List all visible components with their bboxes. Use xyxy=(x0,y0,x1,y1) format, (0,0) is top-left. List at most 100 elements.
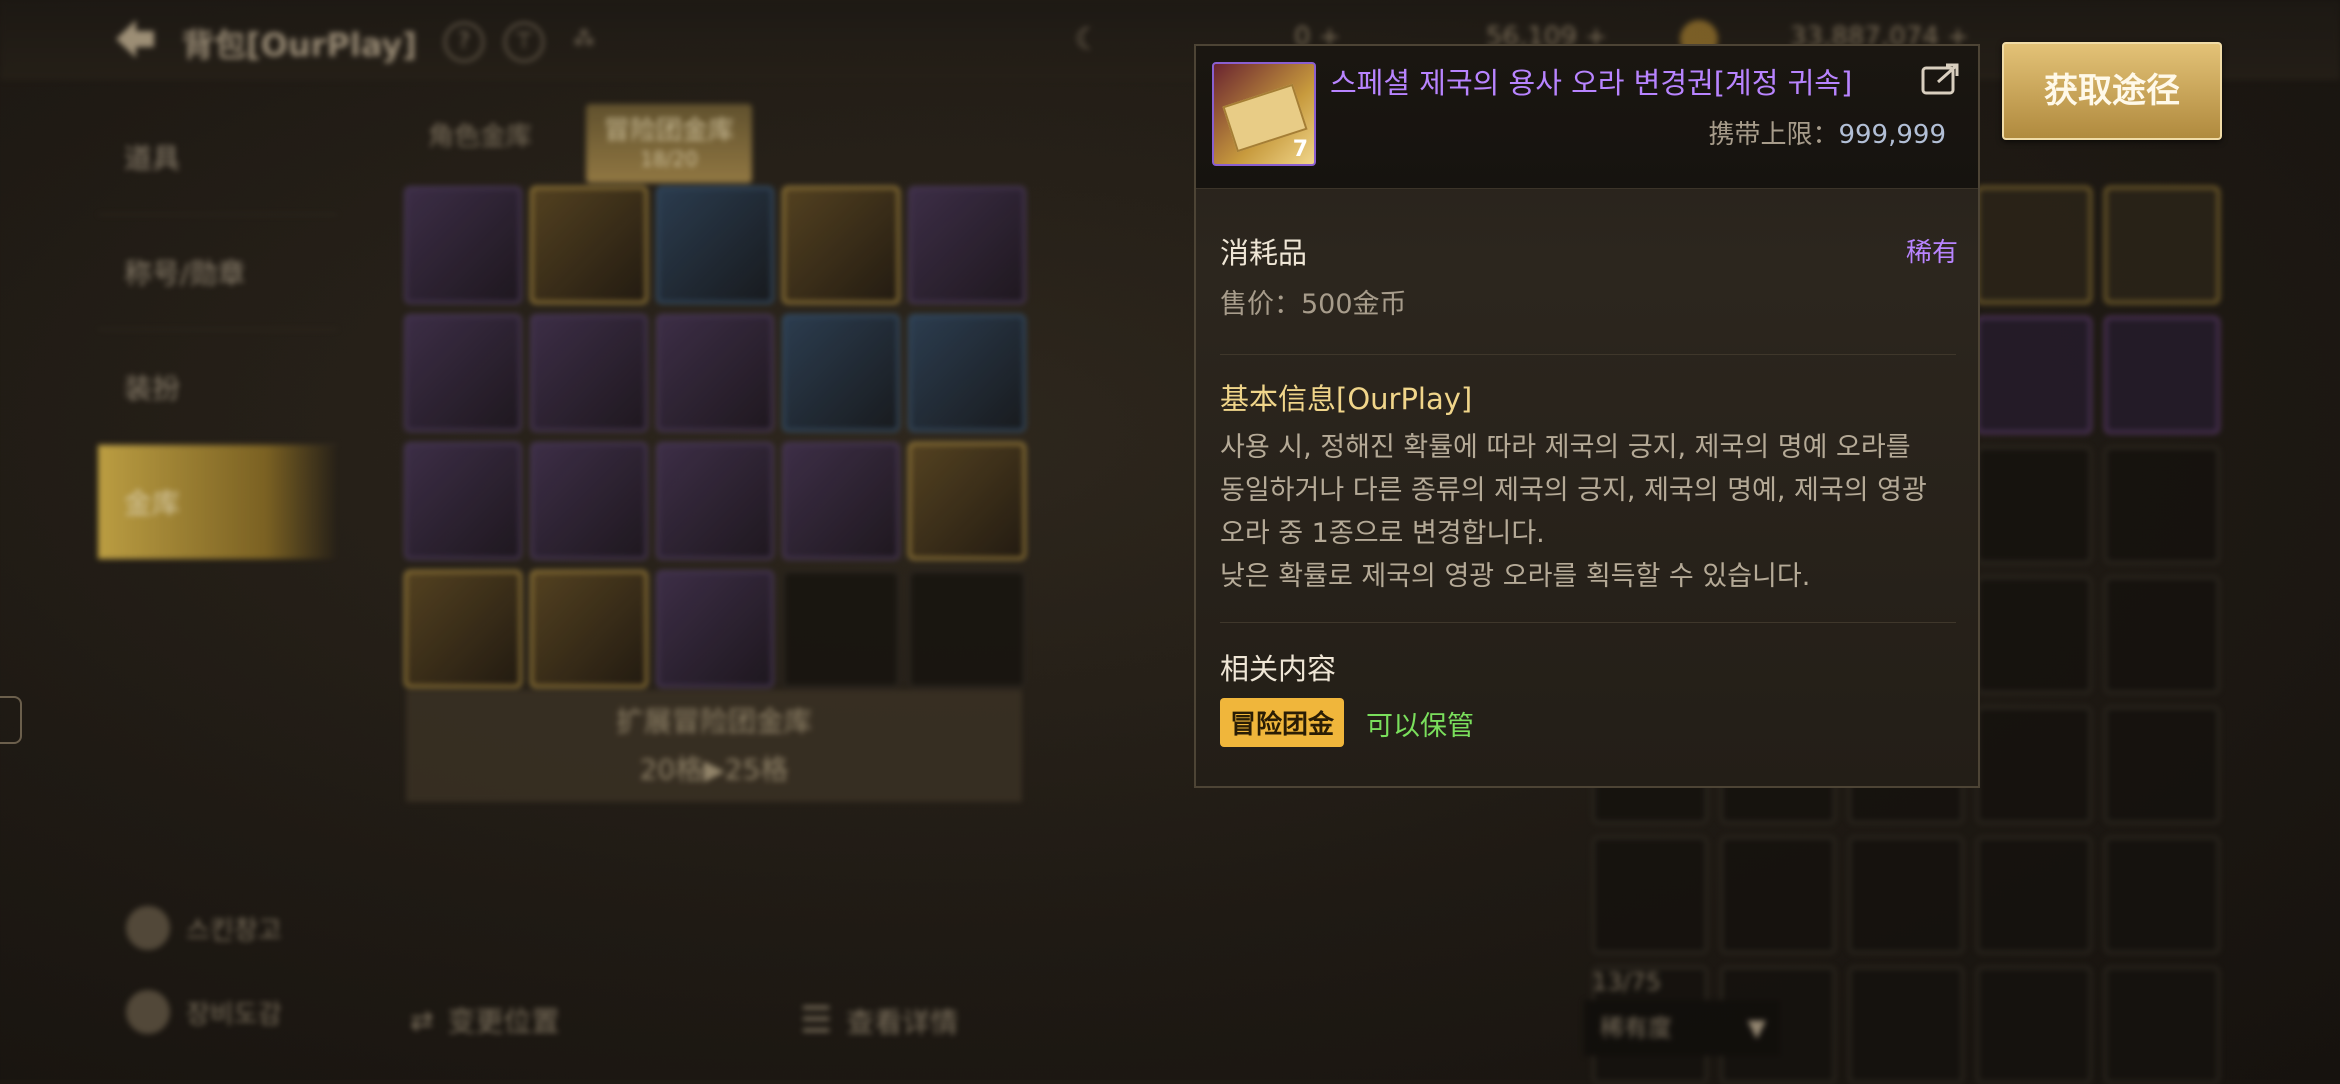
inventory-slot[interactable] xyxy=(1848,966,1964,1084)
inventory-slot[interactable] xyxy=(908,442,1026,560)
inventory-slot[interactable] xyxy=(404,570,522,688)
inventory-slot-empty[interactable] xyxy=(782,570,900,688)
chevron-down-icon: ▼ xyxy=(1747,1014,1766,1042)
skin-storage-link[interactable]: 스킨창고 xyxy=(126,906,282,950)
inventory-slot-empty[interactable] xyxy=(908,570,1026,688)
help-icon[interactable]: ? xyxy=(444,22,484,62)
expand-capacity: 20格▶25格 xyxy=(639,753,789,786)
item-rarity: 稀有 xyxy=(1905,238,1958,268)
vault-grid xyxy=(404,186,1026,688)
item-price: 售价：500金币 xyxy=(1220,289,1407,320)
inventory-slot[interactable] xyxy=(404,442,522,560)
inventory-slot[interactable] xyxy=(1592,836,1708,954)
inventory-slot[interactable] xyxy=(656,570,774,688)
move-position-label: 变更位置 xyxy=(447,1005,560,1038)
item-name: 스페셜 제국의 용사 오라 변경권[계정 귀속] xyxy=(1330,66,1853,100)
acquisition-route-button[interactable]: 获取途径 xyxy=(2002,42,2222,140)
share-icon[interactable] xyxy=(1920,60,1962,96)
divider xyxy=(1220,622,1956,623)
item-category: 消耗品 xyxy=(1220,236,1308,270)
top-bar: 背包[OurPlay] ? ⊤ ⁂ ☾ 0 + 56,109 + 33,887,… xyxy=(0,0,2340,80)
sidebar-item-titles[interactable]: 称号/勋章 xyxy=(98,215,338,330)
inventory-slot[interactable] xyxy=(2104,186,2220,304)
inventory-slot[interactable] xyxy=(404,186,522,304)
list-icon: ☰ xyxy=(800,1000,833,1041)
inventory-slot[interactable] xyxy=(404,314,522,432)
move-position-button[interactable]: ⇄ 变更位置 xyxy=(410,1000,559,1040)
inventory-slot[interactable] xyxy=(1976,316,2092,434)
inventory-slot[interactable] xyxy=(530,570,648,688)
expand-title: 扩展冒险团金库 xyxy=(615,705,812,738)
background-inventory: 背包[OurPlay] ? ⊤ ⁂ ☾ 0 + 56,109 + 33,887,… xyxy=(0,0,2340,1084)
description-line: 사용 시, 정해진 확률에 따라 제국의 긍지, 제국의 명예 오라를 xyxy=(1220,432,1911,463)
inventory-slot[interactable] xyxy=(1976,186,2092,304)
description-line: 동일하거나 다른 종류의 제국의 긍지, 제국의 명예, 제국의 영광 xyxy=(1220,475,1927,506)
back-arrow-icon[interactable] xyxy=(112,16,158,62)
moon-icon: ☾ xyxy=(1074,22,1102,57)
carry-limit-value: 999,999 xyxy=(1838,120,1946,150)
item-description: 사용 시, 정해진 확률에 따라 제국의 긍지, 제국의 명예 오라를 동일하거… xyxy=(1220,426,1960,598)
inventory-slot[interactable] xyxy=(782,314,900,432)
inventory-slot[interactable] xyxy=(908,186,1026,304)
inventory-slot[interactable] xyxy=(2104,836,2220,954)
inventory-slot[interactable] xyxy=(2104,316,2220,434)
inventory-slot[interactable] xyxy=(2104,446,2220,564)
sort-label: 稀有度 xyxy=(1600,1014,1672,1042)
inventory-slot[interactable] xyxy=(1720,836,1836,954)
inventory-slot[interactable] xyxy=(2104,706,2220,824)
inventory-count: 13/75 xyxy=(1592,968,1662,996)
inventory-slot[interactable] xyxy=(2104,966,2220,1084)
inventory-slot[interactable] xyxy=(1848,836,1964,954)
vault-tabs: 角色金库 冒险团金库 18/20 xyxy=(410,104,753,184)
inventory-slot[interactable] xyxy=(656,314,774,432)
sidebar: 道具 称号/勋章 装扮 金库 xyxy=(98,100,338,559)
group-icon[interactable]: ⁂ xyxy=(566,22,602,58)
expand-vault-button[interactable]: 扩展冒险团金库 20格▶25格 xyxy=(406,690,1022,802)
inventory-slot[interactable] xyxy=(2104,576,2220,694)
inventory-slot[interactable] xyxy=(1976,446,2092,564)
item-icon: 7 xyxy=(1212,62,1316,166)
inventory-slot[interactable] xyxy=(908,314,1026,432)
inventory-slot[interactable] xyxy=(530,442,648,560)
inventory-slot[interactable] xyxy=(530,186,648,304)
vault-badge: 冒险团金 xyxy=(1220,698,1345,747)
codex-icon xyxy=(126,990,170,1034)
inventory-slot[interactable] xyxy=(782,442,900,560)
divider xyxy=(1220,354,1956,355)
storable-status: 可以保管 xyxy=(1366,711,1474,742)
inventory-slot[interactable] xyxy=(1976,966,2092,1084)
tooltip-header: 7 스페셜 제국의 용사 오라 변경권[계정 귀속] 携带上限：999,999 xyxy=(1196,46,1978,189)
inventory-slot[interactable] xyxy=(656,186,774,304)
sidebar-item-items[interactable]: 道具 xyxy=(98,100,338,215)
inventory-slot[interactable] xyxy=(656,442,774,560)
view-details-label: 查看详情 xyxy=(846,1005,959,1039)
tab-label: 冒险团金库 xyxy=(604,116,735,146)
skin-storage-icon xyxy=(126,906,170,950)
carry-limit: 携带上限：999,999 xyxy=(1708,114,1946,151)
item-tooltip: 7 스페셜 제국의 용사 오라 변경권[계정 귀속] 携带上限：999,999 … xyxy=(1194,44,1980,788)
tab-character-vault[interactable]: 角色金库 xyxy=(410,104,550,183)
inventory-slot[interactable] xyxy=(530,314,648,432)
skin-storage-label: 스킨창고 xyxy=(186,915,282,946)
edge-handle[interactable] xyxy=(0,696,22,744)
sort-dropdown[interactable]: 稀有度 ▼ xyxy=(1584,1000,1780,1056)
filter-icon[interactable]: ⊤ xyxy=(504,22,544,62)
page-title: 背包[OurPlay] xyxy=(182,26,417,64)
description-line: 오라 중 1종으로 변경합니다. xyxy=(1220,518,1545,549)
sidebar-item-costume[interactable]: 装扮 xyxy=(98,330,338,445)
inventory-slot[interactable] xyxy=(782,186,900,304)
description-line: 낮은 확률로 제국의 영광 오라를 획득할 수 있습니다. xyxy=(1220,561,1811,592)
view-details-button[interactable]: ☰ 查看详情 xyxy=(800,1000,958,1041)
inventory-slot[interactable] xyxy=(1976,836,2092,954)
equipment-codex-link[interactable]: 장비도감 xyxy=(126,990,282,1034)
item-quantity: 7 xyxy=(1292,137,1308,162)
inventory-slot[interactable] xyxy=(1976,706,2092,824)
carry-limit-label: 携带上限： xyxy=(1708,120,1839,150)
tab-adventure-vault[interactable]: 冒险团金库 18/20 xyxy=(586,104,753,184)
inventory-slot[interactable] xyxy=(1976,576,2092,694)
basic-info-title: 基本信息[OurPlay] xyxy=(1220,382,1473,416)
tab-capacity: 18/20 xyxy=(640,147,698,172)
sidebar-item-vault[interactable]: 金库 xyxy=(98,445,338,559)
codex-label: 장비도감 xyxy=(186,999,282,1030)
swap-icon: ⇄ xyxy=(410,1003,434,1037)
